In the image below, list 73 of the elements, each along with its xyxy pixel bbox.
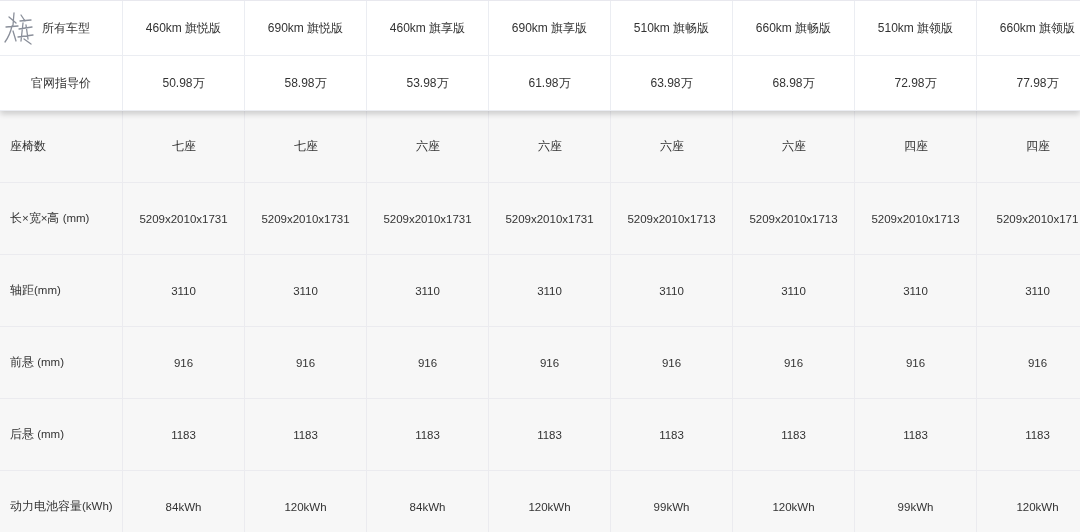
spec-value: 120kWh (284, 500, 327, 513)
row-label: 动力电池容量(kWh) (10, 499, 113, 514)
spec-value: 916 (905, 356, 926, 369)
spec-value: 1183 (659, 428, 684, 441)
model-name: 690km 旗享版 (511, 19, 588, 37)
spec-value: 3110 (537, 284, 562, 297)
row-label: 前悬 (mm) (10, 355, 64, 370)
spec-value: 120kWh (1016, 500, 1059, 513)
spec-value: 916 (539, 356, 560, 369)
spec-value: 3110 (171, 284, 196, 297)
model-name: 460km 旗悦版 (145, 19, 222, 37)
model-name: 460km 旗享版 (389, 19, 466, 37)
spec-value: 六座 (659, 139, 684, 154)
spec-value: 916 (1027, 356, 1048, 369)
price-value: 63.98万 (650, 74, 693, 92)
spec-value: 916 (295, 356, 316, 369)
spec-value: 1183 (415, 428, 440, 441)
price-value: 77.98万 (1016, 74, 1059, 92)
spec-value: 120kWh (528, 500, 571, 513)
row-label: 轴距(mm) (10, 283, 61, 298)
spec-value: 84kWh (409, 500, 446, 513)
spec-value: 3110 (903, 284, 928, 297)
spec-value: 3110 (659, 284, 684, 297)
spec-value: 3110 (1025, 284, 1050, 297)
spec-value: 1183 (293, 428, 318, 441)
spec-value: 916 (417, 356, 438, 369)
spec-value: 1183 (903, 428, 928, 441)
spec-value: 5209x2010x1713 (749, 212, 838, 225)
spec-value: 1183 (171, 428, 196, 441)
model-name: 660km 旗领版 (999, 19, 1076, 37)
spec-value: 3110 (781, 284, 806, 297)
model-name: 510km 旗畅版 (633, 19, 710, 37)
price-value: 61.98万 (528, 74, 571, 92)
spec-value: 四座 (903, 139, 928, 154)
spec-value: 六座 (537, 139, 562, 154)
spec-value: 5209x2010x1713 (627, 212, 716, 225)
spec-value: 六座 (415, 139, 440, 154)
spec-value: 5209x2010x1713 (871, 212, 960, 225)
spec-value: 5209x2010x1731 (383, 212, 472, 225)
row-label: 座椅数 (10, 139, 46, 154)
row-label: 后悬 (mm) (10, 427, 64, 442)
row-label: 官网指导价 (31, 74, 91, 92)
spec-value: 916 (661, 356, 682, 369)
spec-value: 99kWh (653, 500, 690, 513)
row-label: 长×宽×高 (mm) (10, 211, 90, 226)
spec-value: 1183 (537, 428, 562, 441)
spec-value: 84kWh (165, 500, 202, 513)
price-value: 72.98万 (894, 74, 937, 92)
spec-value: 5209x2010x171 (996, 212, 1079, 225)
logo-icon (4, 11, 34, 45)
model-name: 660km 旗畅版 (755, 19, 832, 37)
price-value: 58.98万 (284, 74, 327, 92)
spec-value: 916 (783, 356, 804, 369)
spec-value: 99kWh (897, 500, 934, 513)
spec-value: 916 (173, 356, 194, 369)
spec-value: 四座 (1025, 139, 1050, 154)
model-name: 690km 旗悦版 (267, 19, 344, 37)
price-value: 50.98万 (162, 74, 205, 92)
corner-label: 所有车型 (42, 19, 90, 37)
spec-value: 5209x2010x1731 (139, 212, 228, 225)
spec-value: 七座 (171, 139, 196, 154)
spec-value: 1183 (1025, 428, 1050, 441)
spec-value: 5209x2010x1731 (261, 212, 350, 225)
price-value: 68.98万 (772, 74, 815, 92)
spec-value: 六座 (781, 139, 806, 154)
model-name: 510km 旗领版 (877, 19, 954, 37)
spec-value: 1183 (781, 428, 806, 441)
spec-value: 3110 (293, 284, 318, 297)
spec-value: 3110 (415, 284, 440, 297)
spec-value: 七座 (293, 139, 318, 154)
spec-value: 5209x2010x1731 (505, 212, 594, 225)
spec-value: 120kWh (772, 500, 815, 513)
price-value: 53.98万 (406, 74, 449, 92)
